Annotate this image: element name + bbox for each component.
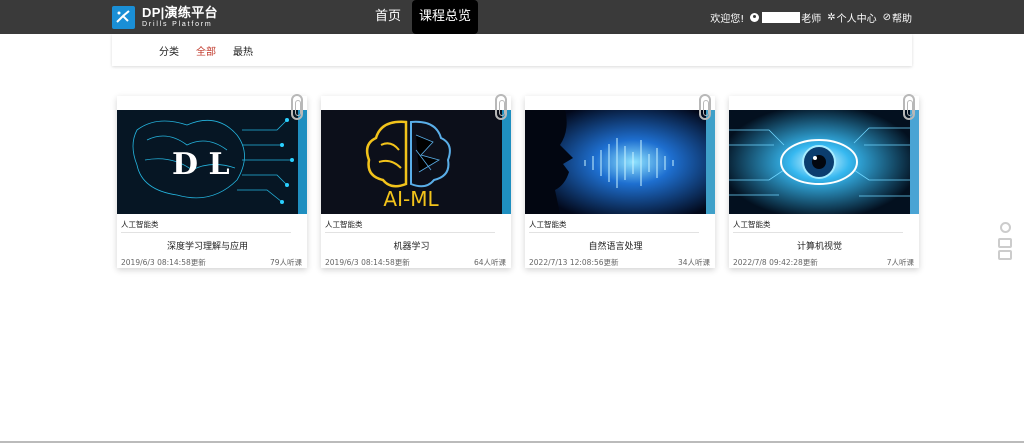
personal-center-label: 个人中心 [836,13,877,25]
course-card[interactable]: D L 人工智能类 深度学习理解与应用 2019/6/3 08:14:58更新 … [117,94,307,268]
paperclip-icon [699,94,711,120]
filter-bar: 分类 全部 最热 [112,34,912,66]
brand-subtitle: Drills Platform [142,21,213,28]
thumb-label: D L [172,147,230,182]
user-icon [750,12,760,22]
top-navbar: DP|演练平台 Drills Platform 首页 课程总览 欢迎您! 老师 … [0,0,1024,34]
user-menu: 欢迎您! 老师 ✲ 个人中心 ⊘ 帮助 [704,0,912,34]
divider [733,232,903,233]
course-thumbnail: D L [117,110,298,214]
divider [325,232,495,233]
nav-course-overview[interactable]: 课程总览 [412,0,479,34]
redacted-name [762,11,801,23]
course-thumbnail [729,110,910,214]
divider [529,232,699,233]
paperclip-icon [495,94,507,120]
help-icon: ⊘ [882,11,891,23]
course-title[interactable]: 自然语言处理 [525,239,706,252]
filter-all[interactable]: 全部 [196,43,216,58]
feedback-icon[interactable] [998,250,1012,260]
thumb-label: AI-ML [383,187,439,211]
course-title[interactable]: 计算机视觉 [729,239,910,252]
card-accent-strip [706,110,715,214]
course-card[interactable]: 人工智能类 自然语言处理 2022/7/13 12:08:56更新 34人听课 [525,94,715,268]
gear-icon: ✲ [827,11,836,23]
course-updated: 2022/7/13 12:08:56更新 [529,258,619,267]
card-accent-strip [910,110,919,214]
course-listeners: 7人听课 [886,258,914,267]
nav-home[interactable]: 首页 [368,0,408,34]
welcome-text: 欢迎您! [710,13,745,25]
brand-title: DP|演练平台 [142,5,218,20]
brand-text: DP|演练平台 Drills Platform [142,6,218,28]
course-listeners: 64人听课 [473,258,506,267]
search-icon[interactable] [1000,222,1011,233]
course-updated: 2019/6/3 08:14:58更新 [121,258,206,267]
course-category: 人工智能类 [733,220,771,229]
divider [121,232,291,233]
course-card[interactable]: 人工智能类 计算机视觉 2022/7/8 09:42:28更新 7人听课 [729,94,919,268]
filter-category-label: 分类 [159,46,179,58]
course-thumbnail [525,110,706,214]
personal-center-link[interactable]: ✲ 个人中心 [827,10,876,25]
course-updated: 2022/7/8 09:42:28更新 [733,258,818,267]
chat-icon[interactable] [998,238,1012,248]
course-category: 人工智能类 [325,220,363,229]
course-thumbnail: AI-ML [321,110,502,214]
floating-toolbar[interactable] [998,222,1014,262]
help-label: 帮助 [892,13,912,25]
course-listeners: 34人听课 [677,258,710,267]
course-listeners: 79人听课 [269,258,302,267]
main-nav: 首页 课程总览 [368,0,479,34]
user-name-suffix: 老师 [801,13,822,25]
card-accent-strip [502,110,511,214]
course-title[interactable]: 深度学习理解与应用 [117,239,298,252]
course-category: 人工智能类 [529,220,567,229]
help-link[interactable]: ⊘ 帮助 [883,10,912,25]
paperclip-icon [903,94,915,120]
course-title[interactable]: 机器学习 [321,239,502,252]
paperclip-icon [291,94,303,120]
course-card[interactable]: AI-ML 人工智能类 机器学习 2019/6/3 08:14:58更新 64人… [321,94,511,268]
dp-logo-icon [112,5,135,29]
user-name[interactable]: 老师 [750,10,821,25]
brand[interactable]: DP|演练平台 Drills Platform [112,4,218,30]
course-category: 人工智能类 [121,220,159,229]
card-accent-strip [298,110,307,214]
filter-hottest[interactable]: 最热 [233,43,253,58]
course-updated: 2019/6/3 08:14:58更新 [325,258,410,267]
